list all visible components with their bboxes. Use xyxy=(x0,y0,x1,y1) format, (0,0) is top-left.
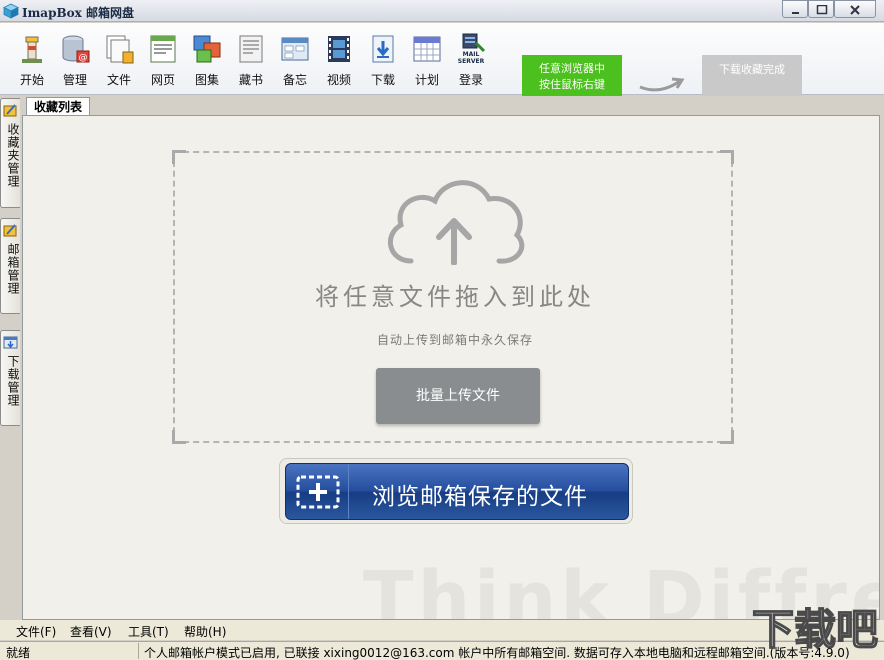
main-panel: Think Diffrent 将任意文件拖入到此处 自动上传到邮箱中永久保存 批… xyxy=(22,115,880,620)
guide-step-1-line-1: 任意浏览器中 xyxy=(539,62,605,75)
toolbar-files-button[interactable]: 文件 xyxy=(99,33,139,91)
app-cube-icon xyxy=(3,3,19,19)
toolbar-gallery-button[interactable]: 图集 xyxy=(187,33,227,91)
toolbar-label: 开始 xyxy=(19,73,44,87)
tab-favorites-list[interactable]: 收藏列表 xyxy=(26,97,90,117)
guide-step-2-text: 下载收藏完成 xyxy=(719,63,785,76)
cloud-upload-icon xyxy=(388,180,525,265)
browse-button-frame: 浏览邮箱保存的文件 xyxy=(279,458,633,524)
film-icon xyxy=(328,36,350,62)
site-watermark: 下载吧 xyxy=(751,604,879,655)
toolbar-webpage-button[interactable]: 网页 xyxy=(143,33,183,91)
status-message: 个人邮箱帐户模式已启用, 已联接 xixing0012@163.com 帐户中所… xyxy=(144,646,850,660)
toolbar: 开始 @ 管理 文件 网页 图集 藏书 备忘 视频 下载 计划 MAIL SER… xyxy=(0,23,884,137)
mail-server-icon: MAIL SERVER xyxy=(458,33,486,65)
drop-zone-corner xyxy=(720,150,734,164)
toolbar-label: 视频 xyxy=(326,73,351,87)
status-state: 就绪 xyxy=(6,646,31,660)
menu-file[interactable]: 文件(F) xyxy=(16,623,56,640)
toolbar-label: 管理 xyxy=(62,73,87,87)
webpage-icon xyxy=(150,35,176,63)
toolbar-manage-button[interactable]: @ 管理 xyxy=(55,33,95,91)
toolbar-label: 备忘 xyxy=(282,73,307,87)
toolbar-label: 藏书 xyxy=(238,73,263,87)
title-bar: ImapBox 邮箱网盘 xyxy=(0,0,884,22)
sidebar-tab-downloads[interactable]: 下载管理 xyxy=(0,330,20,426)
drop-zone-corner xyxy=(172,150,186,164)
sidebar-tab-favorites[interactable]: 收藏夹管理 xyxy=(0,98,20,208)
drop-zone-title: 将任意文件拖入到此处 xyxy=(315,283,595,311)
add-dashed-box-icon xyxy=(296,475,340,509)
download-icon xyxy=(372,35,394,63)
toolbar-memo-button[interactable]: 备忘 xyxy=(275,33,315,91)
svg-text:SERVER: SERVER xyxy=(458,58,485,65)
svg-text:@: @ xyxy=(79,53,88,63)
status-divider xyxy=(138,643,139,659)
toolbar-label: 登录 xyxy=(458,73,483,87)
memo-icon xyxy=(281,37,309,61)
minimize-button[interactable] xyxy=(782,0,808,18)
sidebar-tab-mailbox[interactable]: 邮箱管理 xyxy=(0,218,20,314)
menu-view[interactable]: 查看(V) xyxy=(70,623,112,640)
drop-zone-corner xyxy=(720,430,734,444)
toolbar-books-button[interactable]: 藏书 xyxy=(231,33,271,91)
menu-tools[interactable]: 工具(T) xyxy=(128,623,169,640)
drop-zone-corner xyxy=(172,430,186,444)
drop-zone[interactable]: 将任意文件拖入到此处 自动上传到邮箱中永久保存 批量上传文件 xyxy=(172,150,734,444)
drop-zone-subtitle: 自动上传到邮箱中永久保存 xyxy=(376,333,533,347)
sidebar-tab-label: 邮箱管理 xyxy=(6,243,20,295)
lighthouse-icon xyxy=(22,36,42,63)
pencil-folder-icon xyxy=(3,224,17,237)
toolbar-start-button[interactable]: 开始 xyxy=(12,33,52,91)
guide-arrow-icon xyxy=(639,77,685,92)
calendar-icon xyxy=(413,36,441,62)
sidebar-tab-label: 收藏夹管理 xyxy=(6,123,20,188)
window-title: ImapBox 邮箱网盘 xyxy=(22,6,134,20)
toolbar-label: 图集 xyxy=(194,73,219,87)
batch-upload-button[interactable]: 批量上传文件 xyxy=(376,368,540,424)
browse-button-label: 浏览邮箱保存的文件 xyxy=(372,484,588,510)
guide-step-1-line-2: 按住鼠标右键 xyxy=(539,78,605,91)
toolbar-plan-button[interactable]: 计划 xyxy=(407,33,447,91)
close-button[interactable] xyxy=(834,0,876,18)
toolbar-download-button[interactable]: 下载 xyxy=(363,33,403,91)
download-window-icon xyxy=(3,336,18,349)
svg-text:MAIL: MAIL xyxy=(463,51,480,58)
maximize-icon xyxy=(816,5,828,15)
files-icon xyxy=(106,35,134,64)
toolbar-label: 文件 xyxy=(106,73,131,87)
minimize-icon xyxy=(792,12,799,14)
sidebar-tab-label: 下载管理 xyxy=(6,355,20,407)
toolbar-label: 下载 xyxy=(370,73,395,87)
toolbar-label: 网页 xyxy=(150,73,175,87)
maximize-button[interactable] xyxy=(808,0,834,18)
book-icon xyxy=(239,35,263,63)
pencil-folder-icon xyxy=(3,104,17,117)
menu-help[interactable]: 帮助(H) xyxy=(184,623,226,640)
close-icon xyxy=(850,5,860,15)
browse-button-divider xyxy=(348,464,349,519)
gallery-icon xyxy=(193,35,221,63)
toolbar-video-button[interactable]: 视频 xyxy=(319,33,359,91)
browse-mailbox-files-button[interactable]: 浏览邮箱保存的文件 xyxy=(285,463,629,520)
database-icon: @ xyxy=(62,35,90,63)
toolbar-login-button[interactable]: MAIL SERVER 登录 xyxy=(451,33,491,91)
toolbar-label: 计划 xyxy=(414,73,439,87)
